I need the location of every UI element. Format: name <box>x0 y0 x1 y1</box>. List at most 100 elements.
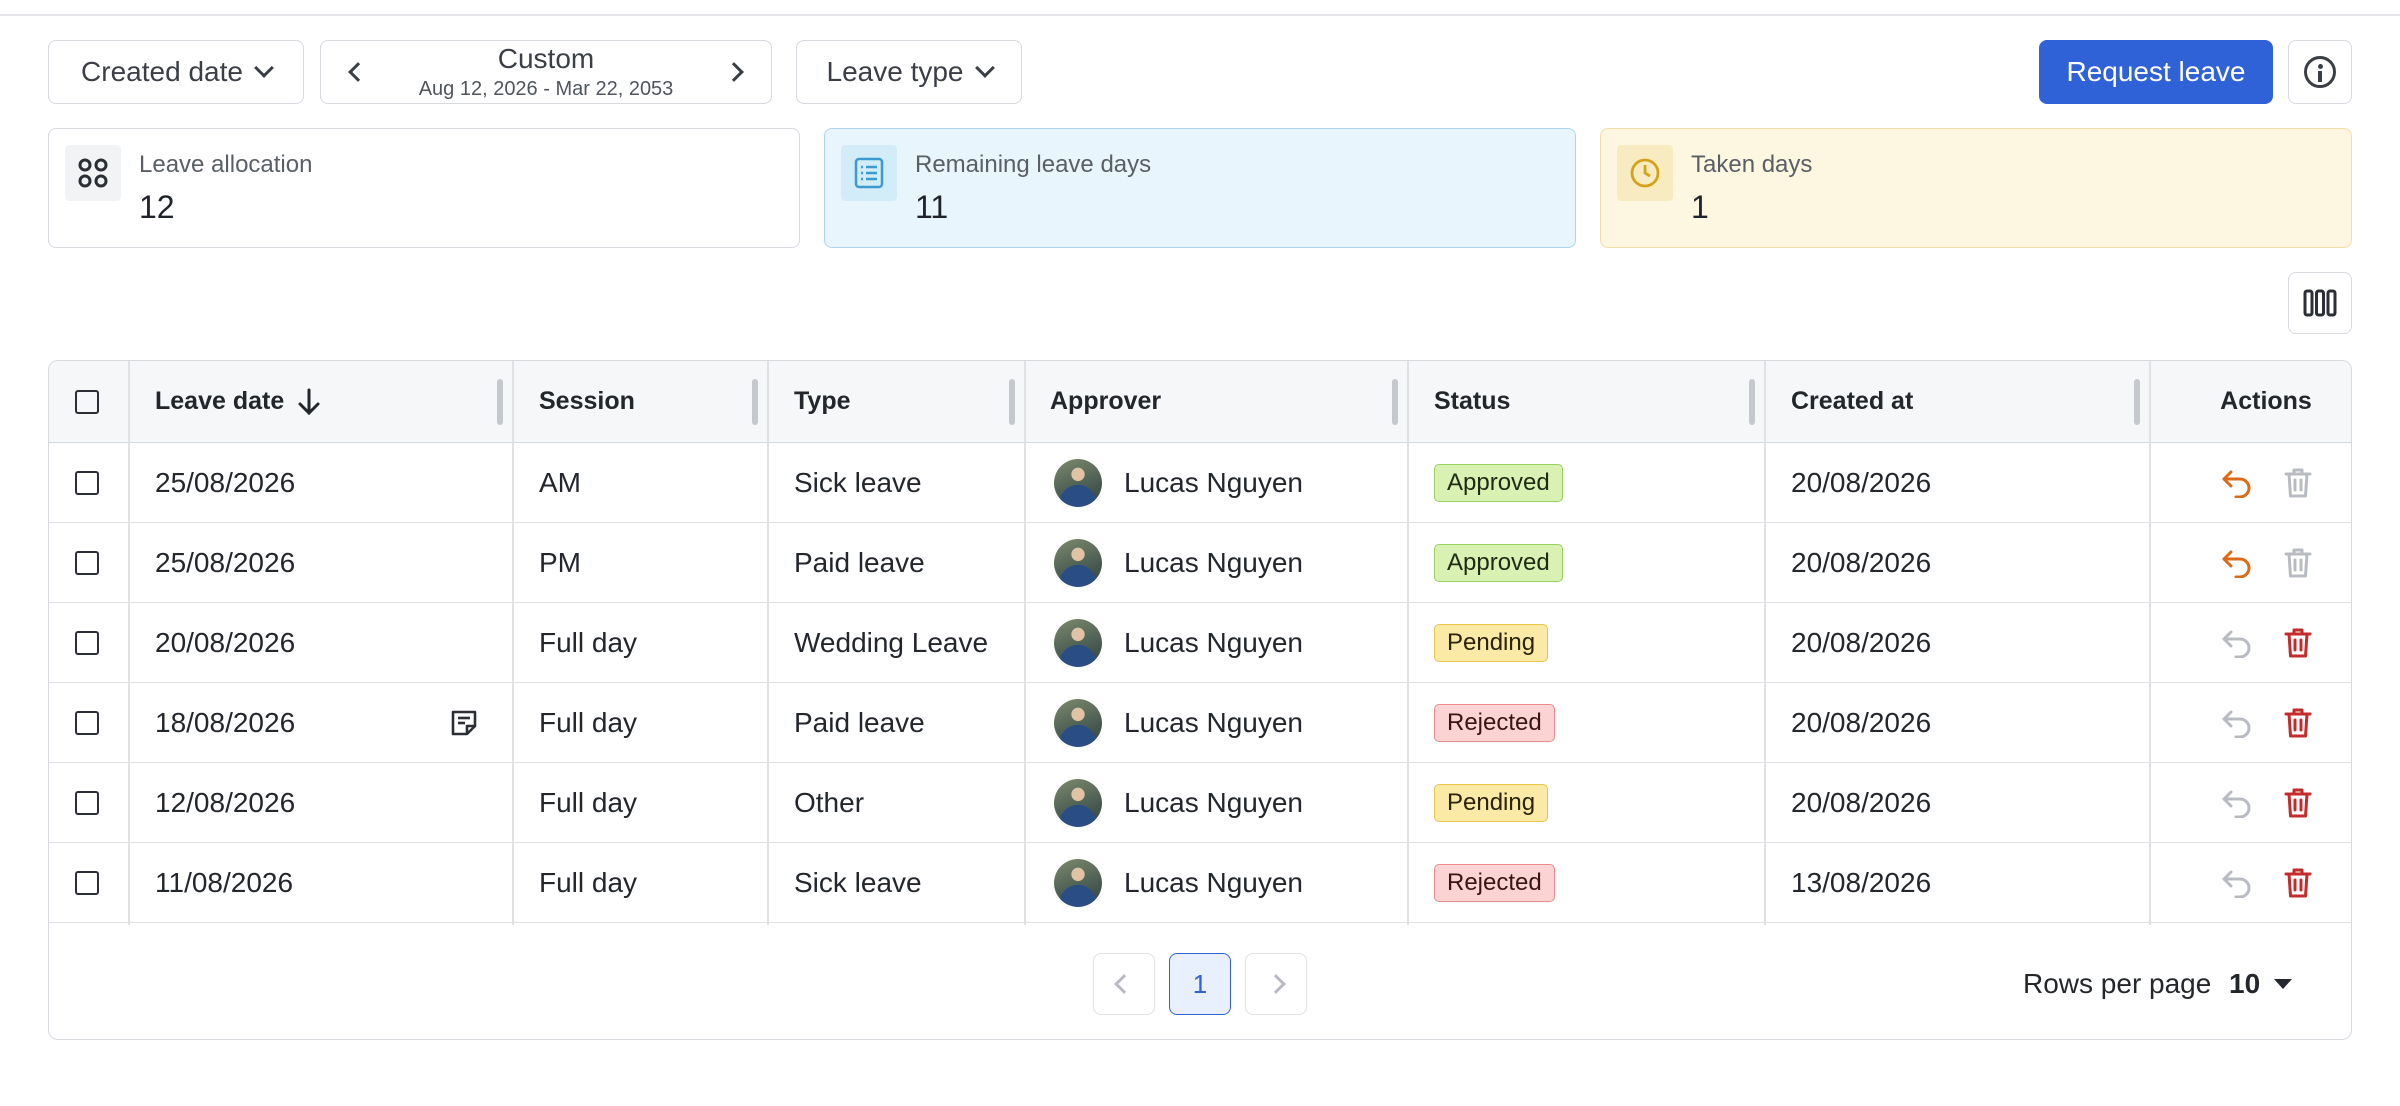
top-divider <box>0 14 2400 16</box>
undo-icon[interactable] <box>2220 788 2254 818</box>
rows-per-page-select[interactable]: 10 <box>2229 953 2293 1015</box>
select-all-checkbox[interactable] <box>75 389 99 414</box>
leave-date-cell: 25/08/2026 <box>155 546 296 578</box>
column-divider <box>128 361 130 925</box>
undo-icon[interactable] <box>2220 628 2254 658</box>
row-select-cell[interactable] <box>75 443 99 522</box>
date-range-picker[interactable]: Custom Aug 12, 2026 - Mar 22, 2053 <box>320 40 772 104</box>
actions-cell <box>2206 603 2326 682</box>
row-select-cell[interactable] <box>75 683 99 762</box>
row-checkbox[interactable] <box>75 790 99 815</box>
type-cell: Paid leave <box>794 706 925 738</box>
card-value: 12 <box>139 189 175 225</box>
note-icon-cell[interactable] <box>449 683 479 762</box>
status-badge: Rejected <box>1434 703 1555 742</box>
row-checkbox[interactable] <box>75 550 99 575</box>
type-cell: Wedding Leave <box>794 626 989 658</box>
trash-icon[interactable] <box>2284 867 2312 899</box>
row-select-cell[interactable] <box>75 763 99 842</box>
avatar <box>1054 778 1102 827</box>
chevron-right-icon <box>1266 974 1286 994</box>
created-date-label: Created date <box>81 56 243 87</box>
created-date-filter[interactable]: Created date <box>48 40 304 104</box>
header-status[interactable]: Status <box>1434 361 1510 442</box>
column-resize-handle[interactable] <box>752 379 758 425</box>
approver-cell: Lucas Nguyen <box>1054 843 1303 922</box>
chevron-down-icon <box>254 58 274 78</box>
status-cell: Pending <box>1434 603 1549 682</box>
table-row[interactable]: 25/08/2026 AM Sick leave Lucas Nguyen Ap… <box>49 443 2351 523</box>
row-select-cell[interactable] <box>75 603 99 682</box>
row-checkbox[interactable] <box>75 870 99 895</box>
trash-icon[interactable] <box>2284 547 2312 579</box>
column-resize-handle[interactable] <box>2134 379 2140 425</box>
request-leave-button[interactable]: Request leave <box>2039 40 2273 104</box>
approver-cell: Lucas Nguyen <box>1054 603 1303 682</box>
header-type[interactable]: Type <box>794 361 851 442</box>
column-resize-handle[interactable] <box>1009 379 1015 425</box>
trash-icon[interactable] <box>2284 787 2312 819</box>
table-row[interactable]: 11/08/2026 Full day Sick leave Lucas Ngu… <box>49 843 2351 923</box>
row-select-cell[interactable] <box>75 843 99 922</box>
trash-icon[interactable] <box>2284 467 2312 499</box>
trash-icon[interactable] <box>2284 707 2312 739</box>
status-cell: Rejected <box>1434 683 1555 762</box>
header-approver[interactable]: Approver <box>1050 361 1161 442</box>
table-row[interactable]: 12/08/2026 Full day Other Lucas Nguyen P… <box>49 763 2351 843</box>
approver-name: Lucas Nguyen <box>1124 866 1304 898</box>
column-divider <box>1407 361 1409 925</box>
undo-icon[interactable] <box>2220 868 2254 898</box>
leave-date-cell: 18/08/2026 <box>155 706 296 738</box>
next-page-button[interactable] <box>1245 953 1307 1015</box>
undo-icon[interactable] <box>2220 468 2254 498</box>
created-at-cell: 20/08/2026 <box>1791 786 1932 818</box>
type-cell: Sick leave <box>794 466 922 498</box>
header-session[interactable]: Session <box>539 361 635 442</box>
chevron-right-icon[interactable] <box>724 62 744 82</box>
row-checkbox[interactable] <box>75 470 99 495</box>
rows-per-page-value: 10 <box>2229 968 2261 999</box>
column-resize-handle[interactable] <box>1392 379 1398 425</box>
created-at-cell: 20/08/2026 <box>1791 546 1932 578</box>
page-number-button[interactable]: 1 <box>1169 953 1231 1015</box>
status-cell: Rejected <box>1434 843 1555 922</box>
note-icon[interactable] <box>449 708 479 738</box>
undo-icon[interactable] <box>2220 548 2254 578</box>
status-badge: Approved <box>1434 543 1563 582</box>
leave-type-filter[interactable]: Leave type <box>796 40 1022 104</box>
header-created-at[interactable]: Created at <box>1791 361 1913 442</box>
undo-icon[interactable] <box>2220 708 2254 738</box>
header-select-cell[interactable] <box>75 361 99 442</box>
date-range-display[interactable]: Custom Aug 12, 2026 - Mar 22, 2053 <box>419 45 674 100</box>
actions-cell <box>2206 523 2326 602</box>
column-resize-handle[interactable] <box>497 379 503 425</box>
column-resize-handle[interactable] <box>1749 379 1755 425</box>
leave-type-label: Leave type <box>826 56 964 87</box>
list-icon <box>841 145 897 201</box>
prev-page-button[interactable] <box>1093 953 1155 1015</box>
grid-icon <box>65 145 121 201</box>
table-row[interactable]: 20/08/2026 Full day Wedding Leave Lucas … <box>49 603 2351 683</box>
table-row[interactable]: 18/08/2026 Full day Paid leave Lucas Ngu… <box>49 683 2351 763</box>
row-select-cell[interactable] <box>75 523 99 602</box>
header-leave-date[interactable]: Leave date <box>155 361 322 442</box>
header-leave-date-label: Leave date <box>155 387 285 415</box>
avatar <box>1054 618 1102 667</box>
row-checkbox[interactable] <box>75 630 99 655</box>
type-cell: Sick leave <box>794 866 922 898</box>
leave-date-cell: 20/08/2026 <box>155 626 296 658</box>
avatar <box>1054 538 1102 587</box>
table-row[interactable]: 25/08/2026 PM Paid leave Lucas Nguyen Ap… <box>49 523 2351 603</box>
trash-icon[interactable] <box>2284 627 2312 659</box>
status-badge: Rejected <box>1434 863 1555 902</box>
row-checkbox[interactable] <box>75 710 99 735</box>
table-header: Leave date Session Type Approver Status … <box>49 361 2351 443</box>
info-button[interactable] <box>2288 40 2352 104</box>
column-divider <box>1764 361 1766 925</box>
arrow-down-icon[interactable] <box>296 387 322 417</box>
leave-allocation-card: Leave allocation 12 <box>48 128 800 248</box>
card-value: 11 <box>915 189 949 225</box>
session-cell: Full day <box>539 626 638 658</box>
column-settings-button[interactable] <box>2288 272 2352 334</box>
chevron-left-icon[interactable] <box>348 62 368 82</box>
